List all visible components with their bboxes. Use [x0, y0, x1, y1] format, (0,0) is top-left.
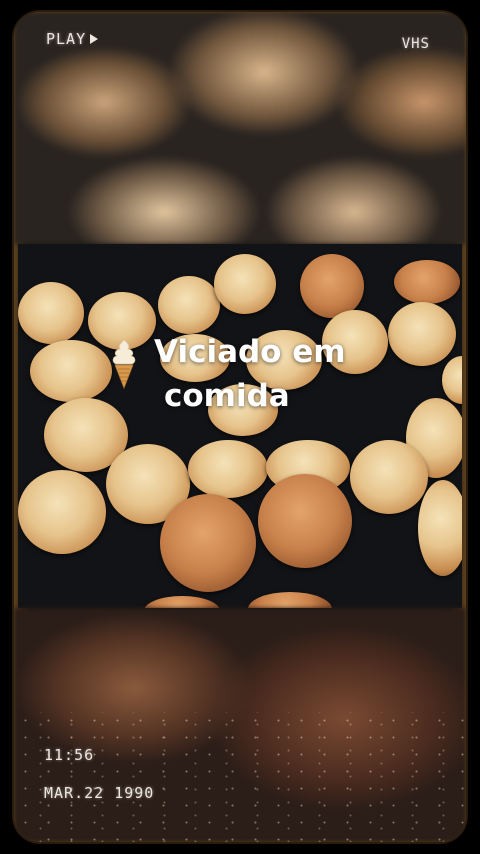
timestamp-time: 11:56: [44, 746, 95, 764]
pastry: [18, 282, 84, 344]
play-indicator: PLAY: [46, 30, 99, 48]
pastry: [158, 276, 220, 334]
vhs-label: VHS: [401, 36, 430, 52]
play-icon: [90, 34, 99, 44]
caption-line-2: comida: [164, 378, 290, 414]
play-label: PLAY: [46, 30, 87, 48]
caption-text: Viciado em comida: [96, 330, 416, 418]
vhs-noise: [14, 712, 466, 842]
pastry: [442, 356, 462, 404]
pastry: [160, 494, 256, 592]
pastry: [248, 592, 332, 608]
pastry: [258, 474, 352, 568]
food-photo: [18, 244, 462, 608]
pastry: [350, 440, 428, 514]
pastry: [18, 470, 106, 554]
pastry: [300, 254, 364, 318]
pastry: [394, 260, 460, 304]
pastry: [188, 440, 268, 498]
timestamp-date: MAR.22 1990: [44, 784, 155, 802]
pastry: [144, 596, 220, 608]
video-frame: PLAY VHS 11:56 MAR.22 1990: [14, 12, 466, 842]
pastry: [418, 480, 462, 576]
pastry: [214, 254, 276, 314]
caption-line-1: Viciado em: [154, 334, 346, 370]
